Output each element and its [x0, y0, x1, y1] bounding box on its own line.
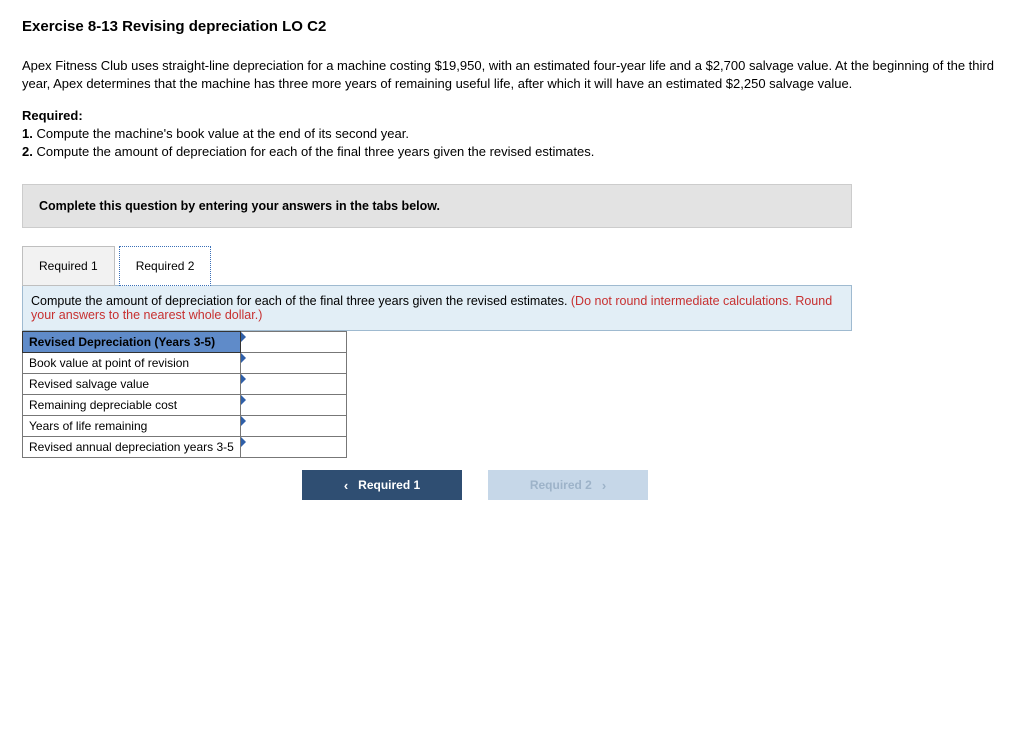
tab-required-1[interactable]: Required 1 [22, 246, 115, 286]
requirements-list: 1. Compute the machine's book value at t… [22, 125, 1002, 160]
table-header: Revised Depreciation (Years 3-5) [23, 332, 241, 353]
prompt-bar: Compute the amount of depreciation for e… [22, 285, 852, 331]
table-row: Revised annual depreciation years 3-5 [23, 437, 347, 458]
table-row: Remaining depreciable cost [23, 395, 347, 416]
row-label: Years of life remaining [23, 416, 241, 437]
prev-button-label: Required 1 [358, 478, 420, 492]
row-label: Book value at point of revision [23, 353, 241, 374]
prompt-main-text: Compute the amount of depreciation for e… [31, 294, 571, 308]
problem-statement: Apex Fitness Club uses straight-line dep… [22, 57, 1002, 92]
required-label: Required: [22, 108, 1002, 123]
row-label: Remaining depreciable cost [23, 395, 241, 416]
instruction-bar: Complete this question by entering your … [22, 184, 852, 228]
next-button-label: Required 2 [530, 478, 592, 492]
input-annual-depreciation[interactable] [241, 437, 346, 457]
table-row: Revised salvage value [23, 374, 347, 395]
chevron-left-icon: ‹ [344, 478, 348, 493]
tab-required-2[interactable]: Required 2 [119, 246, 212, 286]
prev-button[interactable]: ‹ Required 1 [302, 470, 462, 500]
chevron-right-icon: › [602, 478, 606, 493]
exercise-title: Exercise 8-13 Revising depreciation LO C… [22, 18, 1002, 35]
next-button: Required 2 › [488, 470, 648, 500]
input-book-value[interactable] [241, 353, 346, 373]
table-row: Years of life remaining [23, 416, 347, 437]
depreciation-table: Revised Depreciation (Years 3-5) Book va… [22, 331, 347, 458]
tabs-row: Required 1 Required 2 [22, 246, 852, 286]
input-salvage-value[interactable] [241, 374, 346, 394]
table-row: Book value at point of revision [23, 353, 347, 374]
nav-row: ‹ Required 1 Required 2 › [302, 470, 852, 500]
row-label: Revised annual depreciation years 3-5 [23, 437, 241, 458]
input-depreciable-cost[interactable] [241, 395, 346, 415]
requirement-1: 1. Compute the machine's book value at t… [22, 125, 1002, 143]
requirement-2: 2. Compute the amount of depreciation fo… [22, 143, 1002, 161]
input-years-remaining[interactable] [241, 416, 346, 436]
row-label: Revised salvage value [23, 374, 241, 395]
